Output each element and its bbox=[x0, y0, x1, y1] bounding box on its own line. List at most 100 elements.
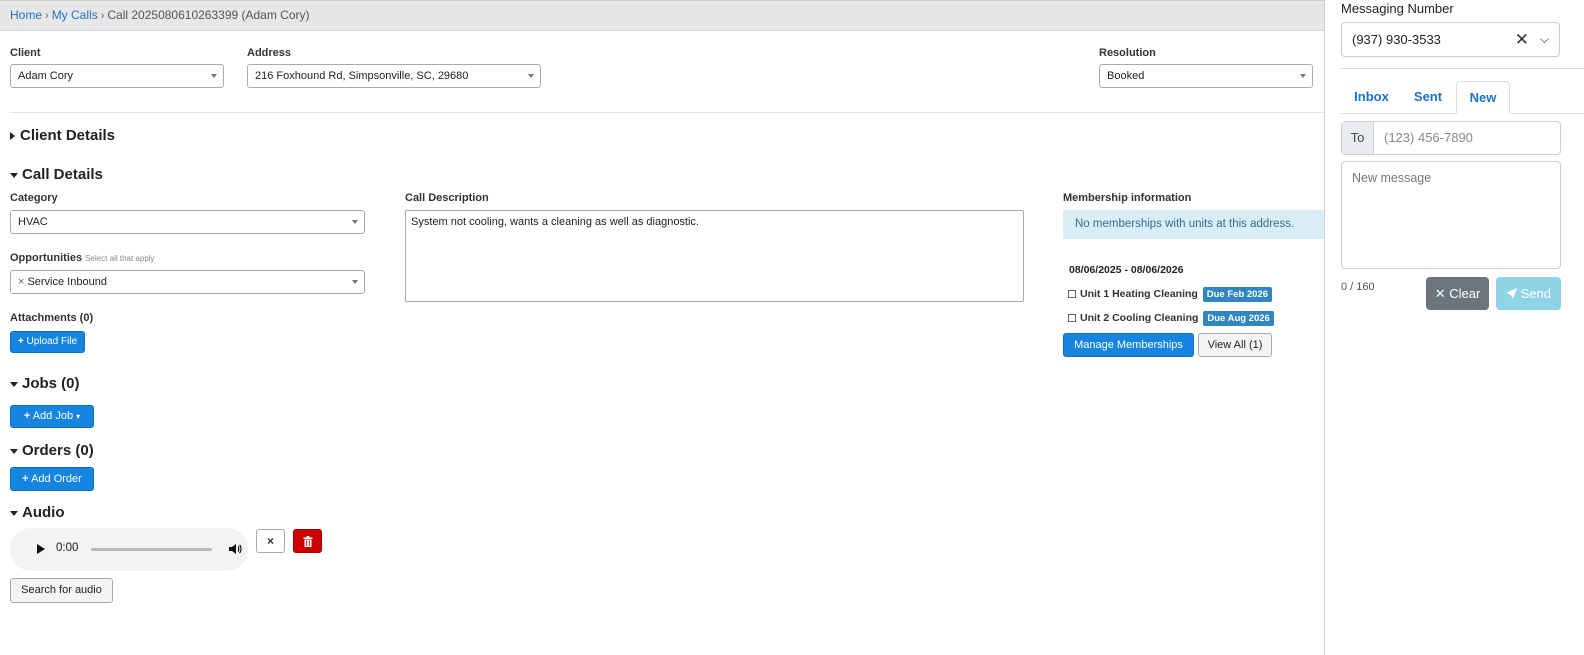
dropdown-arrow-icon bbox=[528, 74, 534, 78]
opportunities-hint: Select all that apply bbox=[85, 254, 155, 263]
audio-player: 0:00 bbox=[10, 528, 248, 571]
audio-heading: Audio bbox=[22, 504, 65, 521]
play-icon[interactable] bbox=[37, 544, 45, 554]
clear-selection-icon[interactable]: ✕ bbox=[1515, 23, 1529, 56]
breadcrumb-current: Call 2025080610263399 (Adam Cory) bbox=[107, 8, 310, 22]
clear-button[interactable]: ✕ Clear bbox=[1426, 277, 1489, 310]
divider bbox=[1341, 68, 1584, 69]
client-select[interactable]: Adam Cory bbox=[10, 64, 224, 88]
messaging-panel: Messaging Number (937) 930-3533 ✕ ⌵ Inbo… bbox=[1324, 0, 1584, 655]
dropdown-arrow-icon bbox=[1300, 74, 1306, 78]
messaging-number-select[interactable]: (937) 930-3533 ✕ ⌵ bbox=[1341, 22, 1560, 57]
breadcrumb-my-calls-link[interactable]: My Calls bbox=[52, 8, 98, 22]
opportunity-tag: Service Inbound bbox=[27, 276, 107, 288]
to-label: To bbox=[1342, 122, 1374, 154]
to-field-group: To (123) 456-7890 bbox=[1341, 121, 1561, 155]
tag-remove-icon[interactable]: × bbox=[18, 276, 24, 288]
trash-icon bbox=[303, 536, 312, 547]
attachments-label: Attachments (0) bbox=[10, 312, 94, 324]
add-job-button[interactable]: + Add Job ▾ bbox=[10, 405, 94, 428]
volume-icon[interactable] bbox=[228, 542, 242, 556]
search-for-audio-button[interactable]: Search for audio bbox=[10, 578, 113, 603]
dropdown-caret-icon: ▾ bbox=[76, 412, 81, 421]
breadcrumb-home-link[interactable]: Home bbox=[10, 8, 42, 22]
resolution-label: Resolution bbox=[1099, 47, 1156, 59]
divider bbox=[10, 112, 1337, 113]
opportunities-label-text: Opportunities bbox=[10, 252, 83, 264]
chevron-down-icon[interactable]: ⌵ bbox=[1540, 23, 1549, 56]
due-badge: Due Feb 2026 bbox=[1202, 286, 1273, 302]
resolution-select[interactable]: Booked bbox=[1099, 64, 1313, 88]
unit-checkbox[interactable] bbox=[1068, 290, 1076, 299]
close-icon: ✕ bbox=[1434, 286, 1446, 301]
tab-inbox[interactable]: Inbox bbox=[1341, 81, 1402, 114]
view-all-button[interactable]: View All (1) bbox=[1198, 333, 1272, 357]
category-select[interactable]: HVAC bbox=[10, 210, 365, 234]
address-select[interactable]: 216 Foxhound Rd, Simpsonville, SC, 29680 bbox=[247, 64, 541, 88]
audio-toggle[interactable]: Audio bbox=[10, 504, 65, 521]
audio-time: 0:00 bbox=[56, 542, 79, 554]
call-description-label: Call Description bbox=[405, 192, 489, 204]
tab-new[interactable]: New bbox=[1456, 81, 1510, 114]
tab-sent[interactable]: Sent bbox=[1402, 81, 1454, 114]
call-details-heading: Call Details bbox=[22, 166, 103, 183]
due-badge: Due Aug 2026 bbox=[1203, 310, 1274, 326]
membership-unit-row: Unit 2 Cooling Cleaning Due Aug 2026 bbox=[1068, 310, 1274, 326]
address-value: 216 Foxhound Rd, Simpsonville, SC, 29680 bbox=[255, 70, 469, 82]
membership-notice: No memberships with units at this addres… bbox=[1063, 210, 1337, 239]
client-details-toggle[interactable]: Client Details bbox=[10, 127, 115, 144]
membership-period: 08/06/2025 - 08/06/2026 bbox=[1069, 264, 1184, 276]
messaging-number-value: (937) 930-3533 bbox=[1352, 32, 1441, 47]
caret-down-icon bbox=[10, 448, 18, 454]
paper-plane-icon bbox=[1506, 288, 1517, 299]
manage-memberships-button[interactable]: Manage Memberships bbox=[1063, 333, 1194, 357]
opportunities-multiselect[interactable]: × Service Inbound bbox=[10, 270, 365, 294]
membership-unit-row: Unit 1 Heating Cleaning Due Feb 2026 bbox=[1068, 286, 1273, 302]
audio-delete-button[interactable] bbox=[293, 529, 322, 553]
unit-name: Unit 2 Cooling Cleaning bbox=[1080, 312, 1199, 324]
dropdown-arrow-icon bbox=[352, 280, 358, 284]
caret-down-icon bbox=[10, 172, 18, 178]
jobs-heading: Jobs (0) bbox=[22, 375, 80, 392]
clear-button-label: Clear bbox=[1449, 286, 1481, 301]
send-button[interactable]: Send bbox=[1496, 277, 1561, 310]
caret-down-icon bbox=[10, 510, 18, 516]
message-tabs: Inbox Sent New bbox=[1341, 81, 1584, 114]
to-input[interactable]: (123) 456-7890 bbox=[1384, 122, 1473, 154]
audio-progress-track[interactable] bbox=[91, 548, 212, 551]
messaging-number-label: Messaging Number bbox=[1341, 1, 1454, 16]
dropdown-arrow-icon bbox=[352, 220, 358, 224]
audio-close-button[interactable]: × bbox=[256, 529, 285, 553]
send-button-label: Send bbox=[1520, 286, 1551, 301]
message-textarea[interactable]: New message bbox=[1341, 161, 1561, 269]
unit-checkbox[interactable] bbox=[1068, 314, 1076, 323]
breadcrumb: Home › My Calls › Call 2025080610263399 (Ada… bbox=[0, 0, 1337, 31]
address-label: Address bbox=[247, 47, 292, 59]
opportunities-label: Opportunities Select all that apply bbox=[10, 252, 155, 264]
category-value: HVAC bbox=[18, 216, 48, 228]
breadcrumb-separator: › bbox=[45, 10, 49, 22]
upload-file-label: Upload File bbox=[26, 336, 78, 347]
call-description-textarea[interactable]: System not cooling, wants a cleaning as … bbox=[405, 210, 1024, 302]
membership-label: Membership information bbox=[1063, 192, 1192, 204]
resolution-value: Booked bbox=[1107, 70, 1145, 82]
client-label: Client bbox=[10, 47, 41, 59]
plus-icon: + bbox=[17, 336, 24, 347]
orders-toggle[interactable]: Orders (0) bbox=[10, 442, 94, 459]
unit-name: Unit 1 Heating Cleaning bbox=[1080, 288, 1198, 300]
client-details-heading: Client Details bbox=[20, 127, 116, 144]
add-job-label: Add Job bbox=[32, 410, 74, 422]
add-order-label: Add Order bbox=[31, 473, 82, 485]
add-order-button[interactable]: + Add Order bbox=[10, 467, 94, 491]
caret-right-icon bbox=[10, 132, 15, 141]
category-label: Category bbox=[10, 192, 58, 204]
breadcrumb-separator: › bbox=[100, 10, 105, 22]
plus-icon: + bbox=[22, 473, 29, 485]
call-details-toggle[interactable]: Call Details bbox=[10, 166, 103, 183]
dropdown-arrow-icon bbox=[211, 74, 217, 78]
jobs-toggle[interactable]: Jobs (0) bbox=[10, 375, 80, 392]
caret-down-icon bbox=[10, 381, 18, 387]
upload-file-button[interactable]: + Upload File bbox=[10, 331, 85, 353]
client-value: Adam Cory bbox=[18, 70, 74, 82]
plus-icon: + bbox=[23, 410, 31, 422]
